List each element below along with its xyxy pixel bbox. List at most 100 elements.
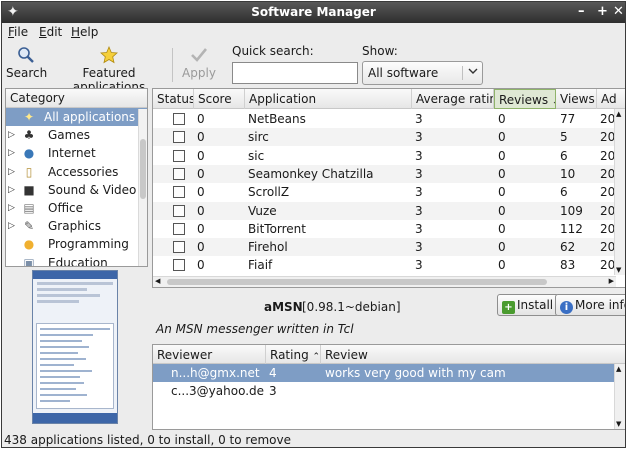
- review-cell: works very good with my cam: [325, 366, 506, 380]
- scroll-right-icon[interactable]: ▶: [609, 277, 614, 285]
- menu-help[interactable]: Help: [71, 25, 98, 39]
- category-label: Internet: [48, 146, 96, 161]
- quick-search-input[interactable]: [232, 62, 358, 84]
- applications-horizontal-scrollbar[interactable]: ◀ ▶: [153, 276, 616, 287]
- category-label: Office: [48, 200, 84, 215]
- menu-file[interactable]: File: [8, 25, 28, 39]
- expand-arrow-icon[interactable]: ▷: [8, 199, 15, 217]
- category-item-internet[interactable]: ▷ ● Internet: [6, 144, 147, 162]
- column-rating[interactable]: Rating ⌃: [266, 345, 321, 364]
- scroll-up-icon[interactable]: ▲: [616, 110, 621, 118]
- table-row[interactable]: 0 Firehol 3 0 62 20: [153, 238, 625, 257]
- quick-search-label: Quick search:: [232, 44, 314, 58]
- more-info-button[interactable]: i More info: [555, 294, 625, 316]
- reviews-vertical-scrollbar[interactable]: ▲ ▼: [614, 364, 625, 429]
- rating-cell: 3: [415, 240, 423, 255]
- status-checkbox[interactable]: [173, 204, 185, 217]
- category-scrollbar[interactable]: [138, 109, 147, 266]
- status-checkbox[interactable]: [173, 259, 185, 272]
- category-item-office[interactable]: ▷ ▤ Office: [6, 199, 147, 217]
- category-label: Accessories: [48, 164, 119, 179]
- scroll-left-icon[interactable]: ◀: [155, 277, 160, 285]
- scrollbar-thumb[interactable]: [167, 279, 547, 285]
- scroll-up-icon[interactable]: ▲: [616, 365, 621, 373]
- status-checkbox[interactable]: [173, 186, 185, 199]
- scrollbar-thumb[interactable]: [140, 139, 146, 199]
- table-row[interactable]: 0 ScrollZ 3 0 6 20: [153, 183, 625, 201]
- search-button[interactable]: Search: [6, 46, 47, 80]
- install-button[interactable]: + Install: [497, 294, 560, 316]
- score-cell: 0: [197, 185, 205, 200]
- column-status[interactable]: Status: [153, 89, 194, 109]
- status-checkbox[interactable]: [173, 241, 185, 254]
- featured-applications-button[interactable]: Featured applications: [52, 45, 166, 94]
- app-screenshot[interactable]: [32, 270, 118, 424]
- views-cell: 6: [560, 148, 568, 163]
- category-header[interactable]: Category: [6, 89, 147, 108]
- maximize-button[interactable]: +: [597, 4, 608, 20]
- scroll-down-icon[interactable]: ▼: [616, 420, 621, 428]
- table-row[interactable]: 0 NetBeans 3 0 77 20: [153, 110, 625, 128]
- added-cell: 20: [600, 112, 616, 126]
- applications-vertical-scrollbar[interactable]: ▲ ▼: [614, 109, 625, 275]
- reviews-header: Reviewer Rating ⌃ Review: [153, 345, 625, 364]
- rating-cell: 3: [415, 130, 423, 145]
- category-item-all-applications[interactable]: ✦ All applications: [6, 108, 147, 127]
- rating-cell: 3: [415, 258, 423, 273]
- column-average-rating[interactable]: Average rating: [412, 89, 494, 109]
- minimize-button[interactable]: –: [578, 4, 585, 20]
- application-cell: Firehol: [248, 240, 288, 255]
- category-item-graphics[interactable]: ▷ ✎ Graphics: [6, 217, 147, 235]
- status-checkbox[interactable]: [173, 222, 185, 235]
- expand-arrow-icon[interactable]: ▷: [8, 181, 15, 199]
- table-row[interactable]: 0 Seamonkey Chatzilla 3 0 10 20: [153, 164, 625, 183]
- column-reviewer[interactable]: Reviewer: [153, 345, 266, 364]
- category-list: ✦ All applications ▷ ♣ Games ▷ ● Internet ▷ ▯ Acce…: [6, 108, 147, 267]
- column-review[interactable]: Review: [321, 345, 625, 364]
- expand-arrow-icon[interactable]: ▷: [8, 126, 15, 144]
- category-label: All applications: [44, 110, 136, 124]
- views-cell: 83: [560, 258, 576, 273]
- column-views[interactable]: Views: [556, 89, 597, 109]
- show-filter-dropdown[interactable]: All software: [362, 61, 483, 85]
- table-row[interactable]: 0 BitTorrent 3 0 112 20: [153, 220, 625, 238]
- column-score[interactable]: Score: [194, 89, 245, 109]
- score-cell: 0: [197, 240, 205, 255]
- table-row[interactable]: 0 Fiaif 3 0 83 20: [153, 256, 625, 274]
- education-icon: ▣: [23, 255, 35, 267]
- close-button[interactable]: ✕: [613, 4, 624, 20]
- expand-arrow-icon[interactable]: ▷: [8, 163, 15, 181]
- checkmark-icon: [182, 46, 216, 66]
- column-application[interactable]: Application: [245, 89, 412, 109]
- status-checkbox[interactable]: [173, 113, 185, 125]
- added-cell: 20: [600, 240, 616, 255]
- applications-table: Status Score Application Average rating …: [152, 88, 625, 288]
- column-reviews[interactable]: Reviews ⌄: [494, 89, 556, 109]
- category-item-accessories[interactable]: ▷ ▯ Accessories: [6, 163, 147, 181]
- category-item-programming[interactable]: ● Programming: [6, 235, 147, 253]
- expand-arrow-icon[interactable]: ▷: [8, 144, 15, 162]
- category-item-education[interactable]: ▣ Education: [6, 254, 147, 267]
- category-item-games[interactable]: ▷ ♣ Games: [6, 126, 147, 144]
- status-checkbox[interactable]: [173, 131, 185, 144]
- views-cell: 112: [560, 221, 583, 236]
- scroll-down-icon[interactable]: ▼: [616, 266, 621, 274]
- column-added[interactable]: Ad: [597, 89, 625, 109]
- added-cell: 20: [600, 221, 616, 236]
- status-checkbox[interactable]: [173, 149, 185, 162]
- apply-button[interactable]: Apply: [182, 46, 216, 80]
- status-checkbox[interactable]: [173, 167, 185, 180]
- score-cell: 0: [197, 221, 205, 236]
- review-row[interactable]: c...3@yahoo.de 3: [153, 382, 616, 400]
- table-row[interactable]: 0 sic 3 0 6 20: [153, 147, 625, 165]
- plus-icon: +: [502, 301, 515, 314]
- star-icon: ✦: [23, 110, 35, 124]
- expand-arrow-icon[interactable]: ▷: [8, 217, 15, 235]
- status-bar: 438 applications listed, 0 to install, 0…: [4, 433, 291, 447]
- views-cell: 62: [560, 240, 576, 255]
- table-row[interactable]: 0 Vuze 3 0 109 20: [153, 201, 625, 220]
- table-row[interactable]: 0 sirc 3 0 5 20: [153, 128, 625, 147]
- menu-edit[interactable]: Edit: [39, 25, 62, 39]
- review-row[interactable]: n...h@gmx.net 4 works very good with my ca…: [153, 364, 616, 382]
- category-item-sound-video[interactable]: ▷ ■ Sound & Video: [6, 181, 147, 199]
